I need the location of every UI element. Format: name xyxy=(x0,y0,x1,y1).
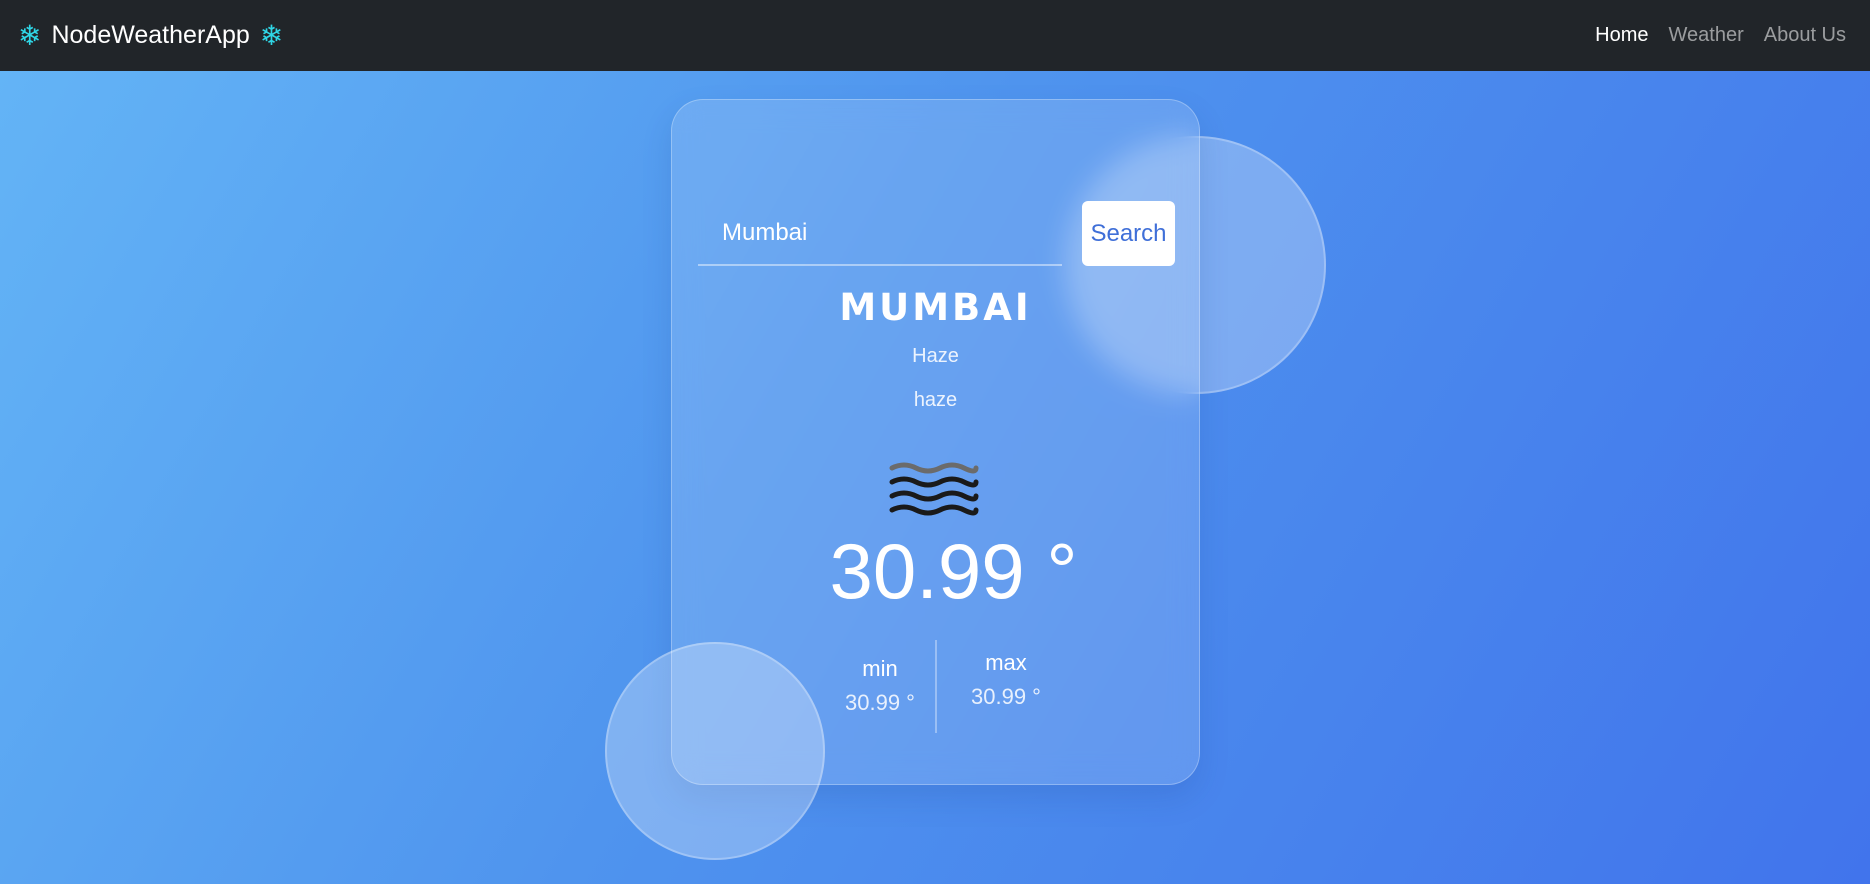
min-temp-block: min 30.99 ° xyxy=(832,656,928,716)
nav-weather[interactable]: Weather xyxy=(1669,24,1744,47)
snowflake-icon: ❄ xyxy=(259,19,284,51)
city-name: MUMBAI xyxy=(839,286,1032,329)
search-button[interactable]: Search xyxy=(1082,201,1175,266)
search-form: Search xyxy=(698,201,1176,266)
decorative-circle xyxy=(605,642,825,860)
nav-home[interactable]: Home xyxy=(1595,24,1648,47)
brand[interactable]: ❄ NodeWeatherApp ❄ xyxy=(18,21,283,50)
divider xyxy=(935,640,937,733)
min-label: min xyxy=(862,656,898,681)
snowflake-icon: ❄ xyxy=(18,19,42,51)
haze-icon xyxy=(889,462,979,516)
weather-description: haze xyxy=(913,389,958,411)
min-value: 30.99 ° xyxy=(845,690,915,715)
weather-condition: Haze xyxy=(912,345,959,367)
nav-about-us[interactable]: About Us xyxy=(1764,24,1846,47)
brand-name: NodeWeatherApp xyxy=(51,21,250,49)
temperature: 30.99 ° xyxy=(829,527,1078,615)
max-temp-block: max 30.99 ° xyxy=(944,650,1068,710)
navbar: ❄ NodeWeatherApp ❄ Home Weather About Us xyxy=(0,0,1870,71)
max-value: 30.99 ° xyxy=(971,684,1041,709)
city-search-input[interactable] xyxy=(698,201,1062,266)
nav-links: Home Weather About Us xyxy=(1595,24,1852,47)
max-label: max xyxy=(985,650,1027,675)
